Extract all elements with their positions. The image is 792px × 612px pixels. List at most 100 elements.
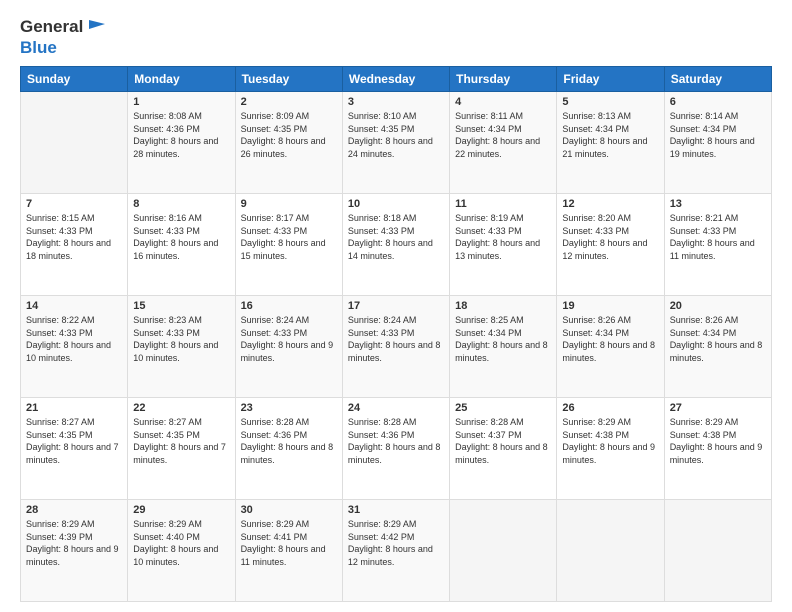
calendar-cell: 13 Sunrise: 8:21 AMSunset: 4:33 PMDayligh… — [664, 194, 771, 296]
day-number: 14 — [26, 300, 122, 312]
logo-flag-icon — [85, 16, 107, 38]
day-info: Sunrise: 8:13 AMSunset: 4:34 PMDaylight:… — [562, 110, 658, 160]
day-info: Sunrise: 8:21 AMSunset: 4:33 PMDaylight:… — [670, 212, 766, 262]
day-number: 22 — [133, 402, 229, 414]
calendar-cell — [21, 92, 128, 194]
calendar-cell — [450, 500, 557, 602]
calendar-cell: 23 Sunrise: 8:28 AMSunset: 4:36 PMDayligh… — [235, 398, 342, 500]
calendar-cell: 11Sunrise: 8:19 AMSunset: 4:33 PMDayligh… — [450, 194, 557, 296]
day-number: 26 — [562, 402, 658, 414]
day-info: Sunrise: 8:26 AMSunset: 4:34 PMDaylight:… — [562, 314, 658, 364]
calendar-cell: 19 Sunrise: 8:26 AMSunset: 4:34 PMDayligh… — [557, 296, 664, 398]
day-info: Sunrise: 8:29 AMSunset: 4:41 PMDaylight:… — [241, 518, 337, 568]
calendar-cell: 5 Sunrise: 8:13 AMSunset: 4:34 PMDaylight… — [557, 92, 664, 194]
calendar-cell: 3 Sunrise: 8:10 AMSunset: 4:35 PMDaylight… — [342, 92, 449, 194]
day-number: 3 — [348, 96, 444, 108]
calendar-cell: 30 Sunrise: 8:29 AMSunset: 4:41 PMDayligh… — [235, 500, 342, 602]
day-info: Sunrise: 8:29 AMSunset: 4:38 PMDaylight:… — [562, 416, 658, 466]
day-info: Sunrise: 8:29 AMSunset: 4:42 PMDaylight:… — [348, 518, 444, 568]
day-info: Sunrise: 8:24 AMSunset: 4:33 PMDaylight:… — [241, 314, 337, 364]
weekday-header-monday: Monday — [128, 67, 235, 92]
day-number: 24 — [348, 402, 444, 414]
calendar-cell — [557, 500, 664, 602]
day-number: 8 — [133, 198, 229, 210]
day-info: Sunrise: 8:19 AMSunset: 4:33 PMDaylight:… — [455, 212, 551, 262]
day-number: 15 — [133, 300, 229, 312]
day-number: 17 — [348, 300, 444, 312]
day-info: Sunrise: 8:29 AMSunset: 4:40 PMDaylight:… — [133, 518, 229, 568]
day-info: Sunrise: 8:29 AMSunset: 4:39 PMDaylight:… — [26, 518, 122, 568]
day-number: 30 — [241, 504, 337, 516]
day-info: Sunrise: 8:26 AMSunset: 4:34 PMDaylight:… — [670, 314, 766, 364]
weekday-header-saturday: Saturday — [664, 67, 771, 92]
calendar-cell: 22 Sunrise: 8:27 AMSunset: 4:35 PMDayligh… — [128, 398, 235, 500]
calendar-cell: 12 Sunrise: 8:20 AMSunset: 4:33 PMDayligh… — [557, 194, 664, 296]
day-info: Sunrise: 8:14 AMSunset: 4:34 PMDaylight:… — [670, 110, 766, 160]
calendar-week-row: 14Sunrise: 8:22 AMSunset: 4:33 PMDayligh… — [21, 296, 772, 398]
day-info: Sunrise: 8:10 AMSunset: 4:35 PMDaylight:… — [348, 110, 444, 160]
day-info: Sunrise: 8:18 AMSunset: 4:33 PMDaylight:… — [348, 212, 444, 262]
day-info: Sunrise: 8:11 AMSunset: 4:34 PMDaylight:… — [455, 110, 551, 160]
day-number: 5 — [562, 96, 658, 108]
logo-blue: Blue — [20, 38, 57, 57]
day-number: 13 — [670, 198, 766, 210]
day-info: Sunrise: 8:23 AMSunset: 4:33 PMDaylight:… — [133, 314, 229, 364]
day-number: 10 — [348, 198, 444, 210]
calendar-cell: 24 Sunrise: 8:28 AMSunset: 4:36 PMDayligh… — [342, 398, 449, 500]
day-number: 21 — [26, 402, 122, 414]
calendar-cell: 14Sunrise: 8:22 AMSunset: 4:33 PMDayligh… — [21, 296, 128, 398]
calendar-cell: 29Sunrise: 8:29 AMSunset: 4:40 PMDayligh… — [128, 500, 235, 602]
calendar-cell: 31Sunrise: 8:29 AMSunset: 4:42 PMDayligh… — [342, 500, 449, 602]
day-info: Sunrise: 8:17 AMSunset: 4:33 PMDaylight:… — [241, 212, 337, 262]
day-number: 18 — [455, 300, 551, 312]
weekday-header-sunday: Sunday — [21, 67, 128, 92]
calendar-cell: 10 Sunrise: 8:18 AMSunset: 4:33 PMDayligh… — [342, 194, 449, 296]
weekday-header-wednesday: Wednesday — [342, 67, 449, 92]
calendar-cell: 8 Sunrise: 8:16 AMSunset: 4:33 PMDaylight… — [128, 194, 235, 296]
day-number: 19 — [562, 300, 658, 312]
day-info: Sunrise: 8:27 AMSunset: 4:35 PMDaylight:… — [133, 416, 229, 466]
day-number: 4 — [455, 96, 551, 108]
calendar-cell: 21 Sunrise: 8:27 AMSunset: 4:35 PMDayligh… — [21, 398, 128, 500]
day-info: Sunrise: 8:16 AMSunset: 4:33 PMDaylight:… — [133, 212, 229, 262]
calendar-cell — [664, 500, 771, 602]
page-header: General Blue — [20, 16, 772, 58]
day-number: 20 — [670, 300, 766, 312]
day-info: Sunrise: 8:27 AMSunset: 4:35 PMDaylight:… — [26, 416, 122, 466]
day-number: 25 — [455, 402, 551, 414]
day-number: 6 — [670, 96, 766, 108]
weekday-header-row: SundayMondayTuesdayWednesdayThursdayFrid… — [21, 67, 772, 92]
calendar-cell: 16 Sunrise: 8:24 AMSunset: 4:33 PMDayligh… — [235, 296, 342, 398]
day-info: Sunrise: 8:28 AMSunset: 4:36 PMDaylight:… — [348, 416, 444, 466]
day-info: Sunrise: 8:28 AMSunset: 4:36 PMDaylight:… — [241, 416, 337, 466]
weekday-header-friday: Friday — [557, 67, 664, 92]
day-info: Sunrise: 8:20 AMSunset: 4:33 PMDaylight:… — [562, 212, 658, 262]
day-info: Sunrise: 8:15 AMSunset: 4:33 PMDaylight:… — [26, 212, 122, 262]
day-number: 28 — [26, 504, 122, 516]
day-info: Sunrise: 8:28 AMSunset: 4:37 PMDaylight:… — [455, 416, 551, 466]
day-info: Sunrise: 8:08 AMSunset: 4:36 PMDaylight:… — [133, 110, 229, 160]
calendar-cell: 2Sunrise: 8:09 AMSunset: 4:35 PMDaylight… — [235, 92, 342, 194]
day-number: 7 — [26, 198, 122, 210]
day-number: 12 — [562, 198, 658, 210]
calendar-cell: 18Sunrise: 8:25 AMSunset: 4:34 PMDayligh… — [450, 296, 557, 398]
calendar-cell: 6 Sunrise: 8:14 AMSunset: 4:34 PMDaylight… — [664, 92, 771, 194]
calendar-week-row: 1 Sunrise: 8:08 AMSunset: 4:36 PMDaylight… — [21, 92, 772, 194]
day-number: 2 — [241, 96, 337, 108]
day-number: 1 — [133, 96, 229, 108]
calendar-cell: 20 Sunrise: 8:26 AMSunset: 4:34 PMDayligh… — [664, 296, 771, 398]
calendar-cell: 25 Sunrise: 8:28 AMSunset: 4:37 PMDayligh… — [450, 398, 557, 500]
weekday-header-tuesday: Tuesday — [235, 67, 342, 92]
calendar-cell: 26 Sunrise: 8:29 AMSunset: 4:38 PMDayligh… — [557, 398, 664, 500]
weekday-header-thursday: Thursday — [450, 67, 557, 92]
calendar-cell: 7 Sunrise: 8:15 AMSunset: 4:33 PMDaylight… — [21, 194, 128, 296]
calendar-week-row: 28 Sunrise: 8:29 AMSunset: 4:39 PMDayligh… — [21, 500, 772, 602]
day-number: 9 — [241, 198, 337, 210]
day-number: 27 — [670, 402, 766, 414]
day-number: 23 — [241, 402, 337, 414]
calendar-table: SundayMondayTuesdayWednesdayThursdayFrid… — [20, 66, 772, 602]
calendar-cell: 9 Sunrise: 8:17 AMSunset: 4:33 PMDaylight… — [235, 194, 342, 296]
calendar-cell: 15 Sunrise: 8:23 AMSunset: 4:33 PMDayligh… — [128, 296, 235, 398]
calendar-cell: 27Sunrise: 8:29 AMSunset: 4:38 PMDayligh… — [664, 398, 771, 500]
day-number: 16 — [241, 300, 337, 312]
